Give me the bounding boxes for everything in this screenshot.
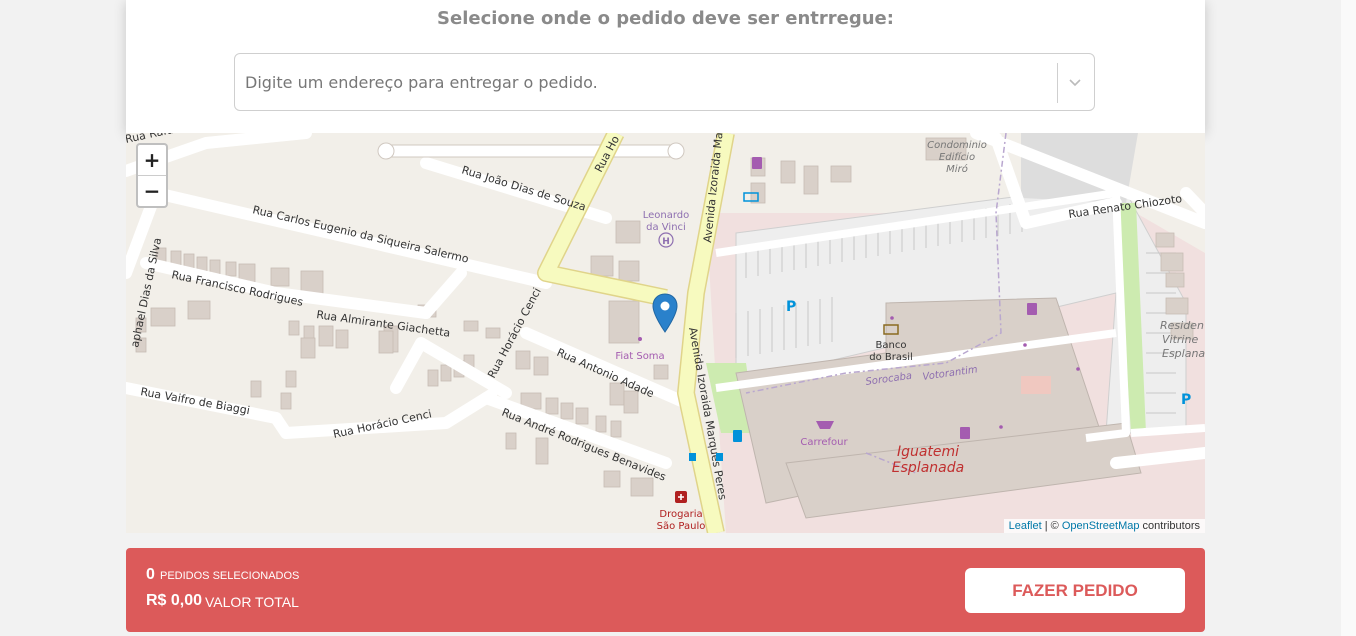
label-rua-horacio-cenci-v: Rua Horácio Cenci [485, 286, 544, 381]
bank-icon [883, 324, 899, 335]
label-condominio-2: Edifício [939, 151, 975, 163]
hotel-icon [743, 192, 759, 202]
label-condominio-1: Condominio [927, 140, 987, 151]
label-drogaria-1: Drogaria [659, 509, 702, 520]
label-av-izoraida-top: Avenida Izoraida Mar [701, 133, 726, 243]
label-raphael-dias: aphael Dias da Silva [128, 237, 164, 349]
location-marker-icon[interactable] [652, 293, 678, 333]
bus-stop-icon [689, 453, 696, 461]
shop-icon-2 [1027, 303, 1037, 315]
order-total-label: Valor total [205, 594, 299, 610]
order-count-label: Pedidos selecionados [160, 570, 300, 582]
label-sorocaba: Sorocaba [865, 371, 913, 388]
label-iguatemi-2: Esplanada [892, 460, 964, 476]
label-rua-andre: Rua André Rodrigues Benavides [500, 406, 668, 484]
shop-icon [752, 157, 762, 169]
supermarket-icon [816, 421, 834, 429]
select-separator [1057, 63, 1058, 103]
label-rua-francisco: Rua Francisco Rodrigues [170, 268, 304, 309]
svg-text:H: H [662, 237, 670, 247]
label-banco-1: Banco [876, 340, 907, 351]
leaflet-link[interactable]: Leaflet [1009, 520, 1042, 532]
label-leonardo-2: da Vinci [646, 222, 686, 233]
label-carrefour: Carrefour [800, 437, 848, 448]
delivery-heading: Selecione onde o pedido deve ser entrreg… [437, 8, 894, 29]
label-rua-renato: Rua Renato Chiozoto [1068, 192, 1183, 221]
address-placeholder[interactable]: Digite um endereço para entregar o pedid… [245, 73, 598, 92]
address-select[interactable]: Digite um endereço para entregar o pedid… [234, 53, 1095, 111]
label-residencial-3: Esplanad [1162, 347, 1205, 360]
label-condominio-3: Miró [946, 163, 968, 175]
map-labels: Rua Rafael Rua Ho Rua João Dias de Souza… [126, 133, 1205, 532]
map-attribution: Leaflet | © OpenStreetMap contributors [1003, 519, 1205, 533]
label-residencial-2: Vitrine [1162, 333, 1198, 346]
chevron-down-icon[interactable] [1064, 71, 1086, 93]
delivery-map[interactable]: Rua Rafael Rua Ho Rua João Dias de Souza… [126, 133, 1205, 533]
label-votorantim: Votorantim [922, 364, 979, 383]
label-rua-carlos: Rua Carlos Eugenio da Siqueira Salermo [251, 203, 470, 266]
label-av-izoraida: Avenida Izoraida Marques Peres [686, 326, 729, 501]
label-drogaria-2: São Paulo [657, 521, 706, 532]
parking-icon: P [786, 299, 796, 315]
label-leonardo-1: Leonardo [643, 210, 690, 221]
attribution-separator: | © [1041, 520, 1062, 532]
label-rua-horacio-top: Rua Ho [592, 133, 622, 174]
fuel-icon [733, 430, 742, 442]
parking-icon-2: P [1181, 392, 1191, 408]
shop-icon-3 [960, 427, 970, 439]
bus-stop-icon-2 [716, 453, 723, 461]
zoom-out-button[interactable]: − [138, 176, 166, 206]
label-residencial-1: Residen [1160, 319, 1204, 332]
attribution-suffix: contributors [1139, 520, 1200, 532]
label-rua-almirante: Rua Almirante Giachetta [316, 308, 451, 340]
label-rua-horacio-cenci: Rua Horácio Cenci [332, 407, 433, 441]
zoom-in-button[interactable]: + [138, 145, 166, 176]
page-scrollbar[interactable] [1341, 0, 1356, 636]
osm-link[interactable]: OpenStreetMap [1062, 520, 1140, 532]
delivery-card: Selecione onde o pedido deve ser entrreg… [126, 0, 1205, 133]
zoom-control: + − [136, 143, 168, 208]
order-summary-bar: 0 Pedidos selecionados R$ 0,00 Valor tot… [126, 548, 1205, 632]
label-fiat: Fiat Soma [615, 351, 664, 362]
label-rua-vaifro: Rua Vaifro de Biaggi [139, 385, 250, 417]
label-iguatemi-1: Iguatemi [897, 444, 959, 460]
label-rua-joao-dias: Rua João Dias de Souza [460, 163, 587, 213]
car-dealer-icon [638, 337, 642, 341]
order-count: 0 [146, 566, 155, 583]
label-banco-2: do Brasil [869, 352, 913, 363]
place-order-button[interactable]: FAZER PEDIDO [965, 568, 1185, 613]
order-total: R$ 0,00 [146, 592, 203, 609]
